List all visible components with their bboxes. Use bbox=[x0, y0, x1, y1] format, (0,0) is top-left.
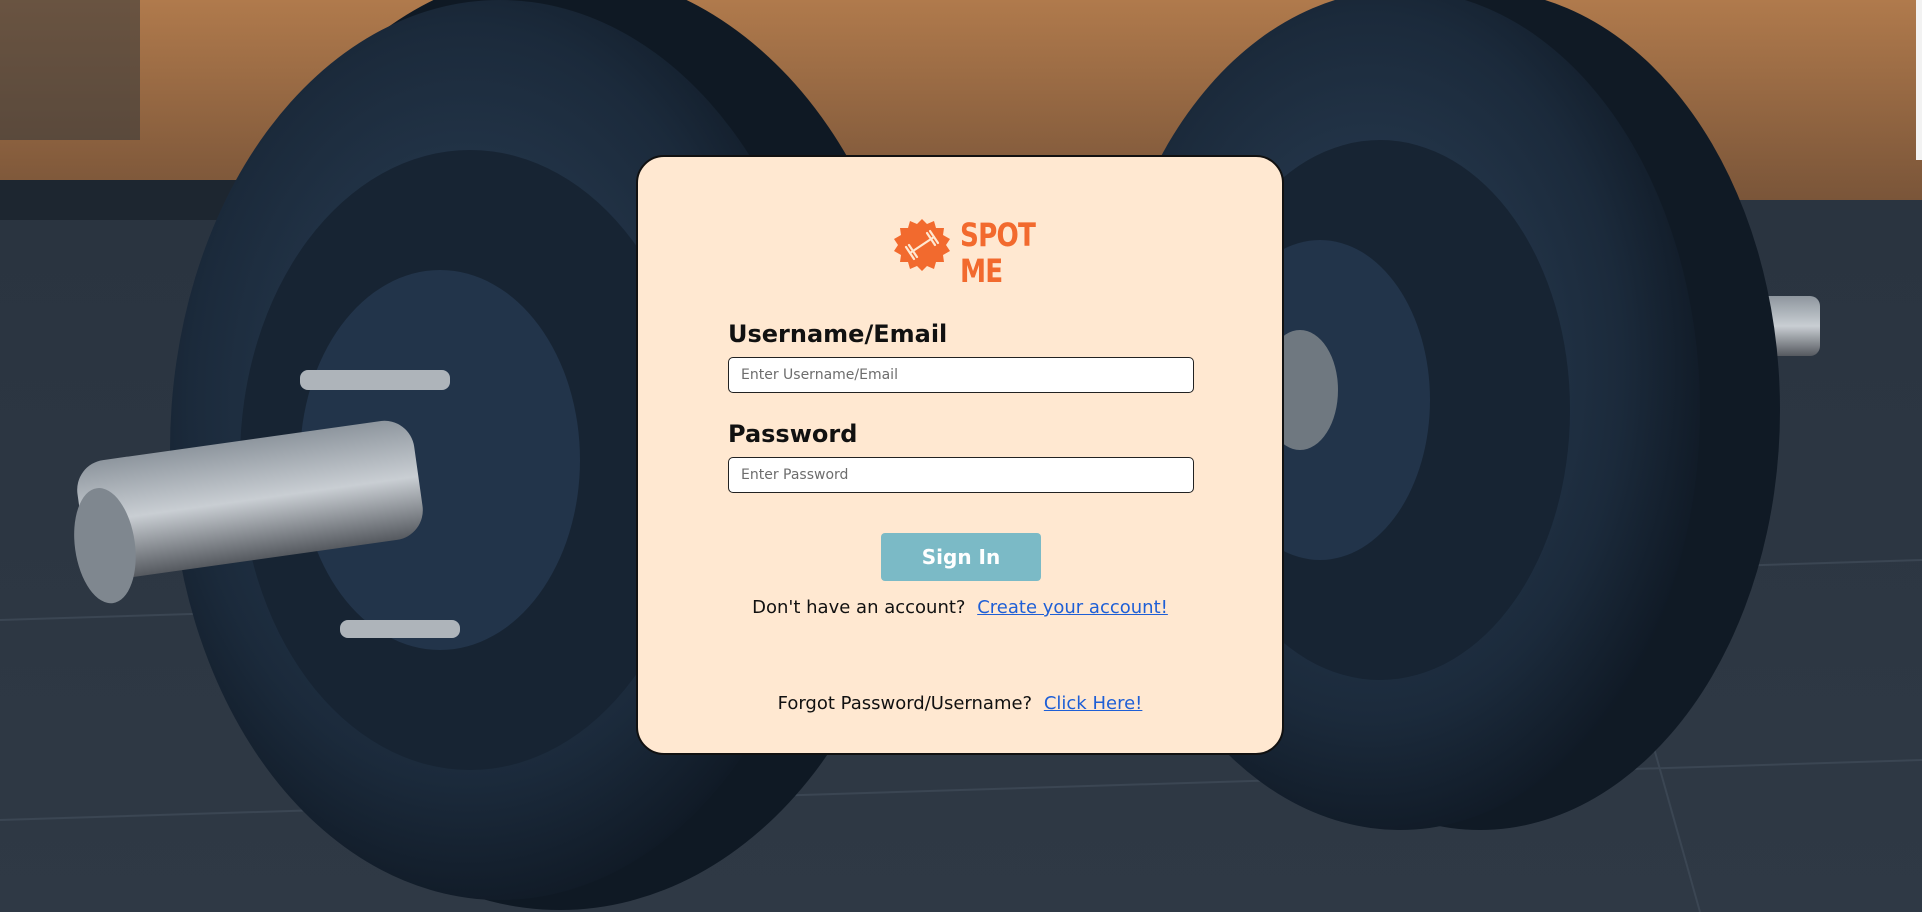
username-input[interactable] bbox=[728, 357, 1194, 393]
create-account-prompt: Don't have an account? bbox=[752, 597, 966, 618]
brand-logo: SPOT ME bbox=[888, 217, 1048, 297]
sign-in-button[interactable]: Sign In bbox=[881, 533, 1041, 581]
brand-name: SPOT ME bbox=[960, 216, 1036, 290]
brand-name-line2: ME bbox=[960, 252, 1003, 290]
forgot-credentials-link[interactable]: Click Here! bbox=[1044, 693, 1143, 714]
username-label: Username/Email bbox=[728, 320, 948, 348]
create-account-row: Don't have an account? Create your accou… bbox=[638, 597, 1282, 618]
forgot-credentials-row: Forgot Password/Username? Click Here! bbox=[638, 693, 1282, 714]
brand-name-line1: SPOT bbox=[960, 216, 1036, 254]
forgot-credentials-prompt: Forgot Password/Username? bbox=[777, 693, 1033, 714]
create-account-link[interactable]: Create your account! bbox=[977, 597, 1168, 618]
login-card: SPOT ME Username/Email Password Sign In … bbox=[636, 155, 1284, 755]
login-page: SPOT ME Username/Email Password Sign In … bbox=[0, 0, 1922, 912]
password-input[interactable] bbox=[728, 457, 1194, 493]
dumbbell-badge-icon bbox=[894, 219, 950, 271]
password-label: Password bbox=[728, 420, 858, 448]
